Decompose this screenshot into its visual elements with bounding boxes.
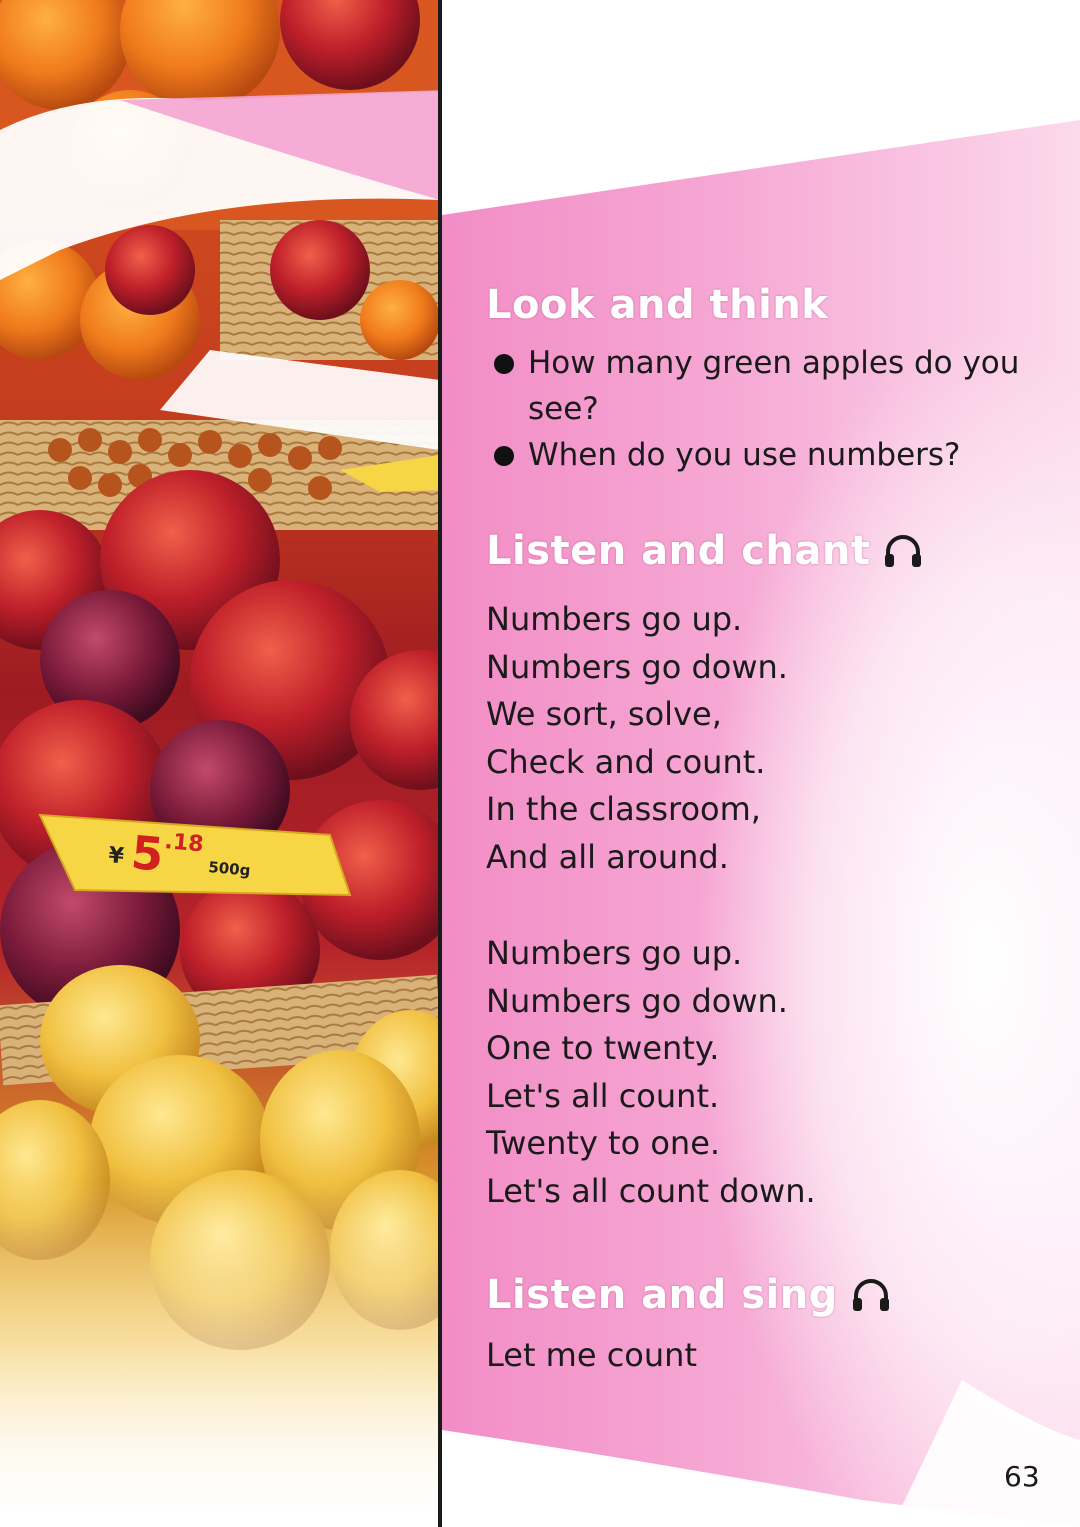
price-weight: 500g [208, 858, 251, 880]
price-integer: 5 [129, 825, 166, 882]
listen-and-chant-title: Listen and chant [486, 528, 871, 574]
look-and-think-heading: Look and think [486, 282, 828, 328]
price-tag: ¥ 5 .18 500g [38, 813, 352, 897]
chant-verse-1: Numbers go up. Numbers go down. We sort,… [486, 596, 1046, 881]
look-and-think-questions: How many green apples do you see? When d… [492, 340, 1052, 478]
chant-line: In the classroom, [486, 790, 761, 828]
chant-verse-2: Numbers go up. Numbers go down. One to t… [486, 930, 1046, 1215]
listen-and-sing-title: Listen and sing [486, 1272, 838, 1318]
song-title: Let me count [486, 1336, 697, 1374]
question-text: How many green apples do you see? [528, 345, 1020, 427]
chant-line: We sort, solve, [486, 695, 722, 733]
headphones-icon[interactable] [882, 532, 924, 570]
fruit-market-photo: ¥ 5 .18 500g [0, 0, 440, 1527]
chant-line: Twenty to one. [486, 1124, 721, 1162]
listen-and-chant-heading: Listen and chant [486, 528, 924, 574]
bullet-dot-icon [494, 354, 514, 374]
chant-line: Let's all count. [486, 1076, 720, 1115]
chant-line: Numbers go down. [486, 647, 788, 686]
chant-line: Numbers go down. [486, 981, 788, 1020]
chant-line: Check and count. [486, 742, 766, 781]
page-number: 63 [1004, 1460, 1040, 1493]
price-currency: ¥ [107, 843, 125, 869]
question-item: When do you use numbers? [492, 432, 1052, 478]
chant-line: One to twenty. [486, 1029, 720, 1067]
look-and-think-title: Look and think [486, 282, 829, 328]
question-item: How many green apples do you see? [492, 340, 1052, 432]
fruit-illustration [0, 0, 440, 1527]
chant-line: And all around. [486, 837, 729, 876]
price-decimal: .18 [163, 829, 204, 857]
textbook-page: ¥ 5 .18 500g Look and think How many gre… [0, 0, 1080, 1527]
chant-line: Let's all count down. [486, 1171, 816, 1210]
chant-line: Numbers go up. [486, 934, 743, 972]
bullet-dot-icon [494, 446, 514, 466]
question-text: When do you use numbers? [528, 437, 961, 473]
listen-and-sing-heading: Listen and sing [486, 1272, 892, 1318]
headphones-icon[interactable] [850, 1276, 892, 1314]
chant-line: Numbers go up. [486, 600, 743, 638]
